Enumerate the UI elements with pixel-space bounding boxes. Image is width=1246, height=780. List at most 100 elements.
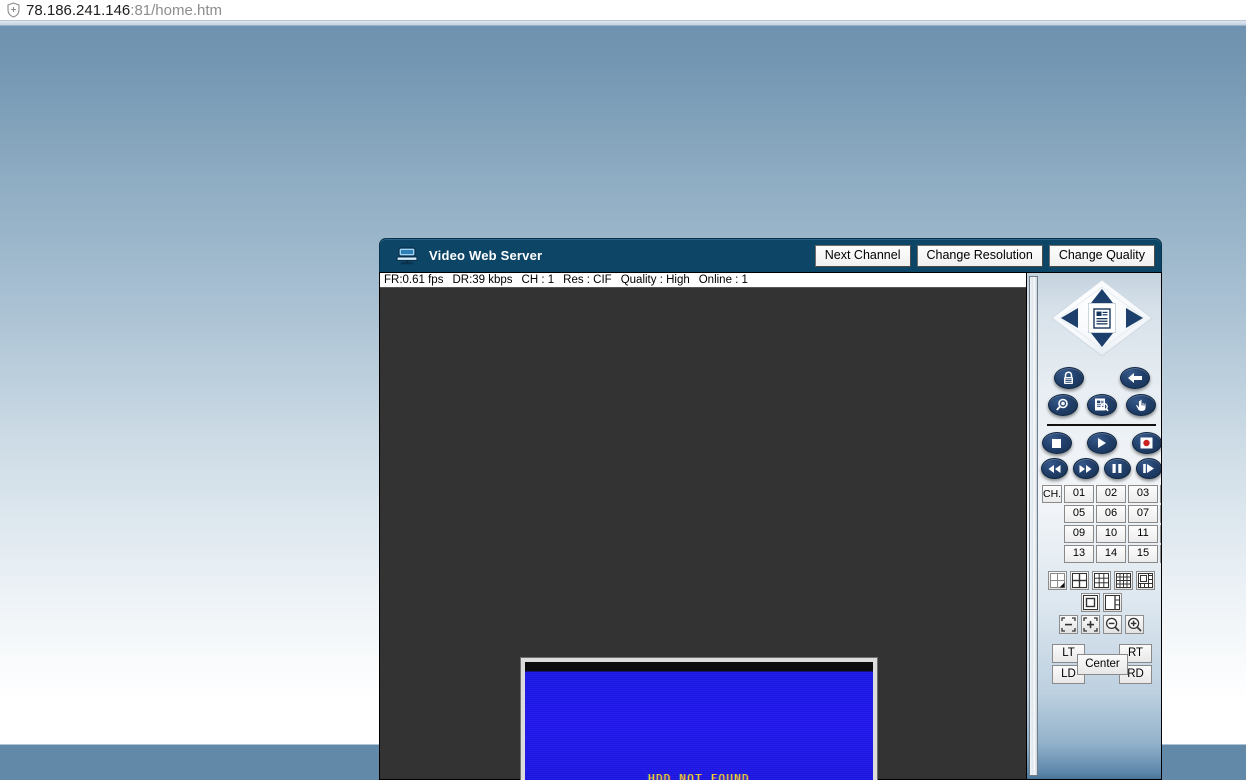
layout-single-icon	[1050, 573, 1065, 588]
url-text: 78.186.241.146:81/home.htm	[26, 2, 222, 19]
position-controls: LT LD RT RD Center	[1044, 644, 1159, 684]
return-arrow-icon	[1127, 373, 1142, 383]
osd-message: HDD NOT FOUND PLEASE INSERT HDD AND LOCK…	[525, 773, 873, 780]
channel-button-02[interactable]: 02	[1096, 485, 1126, 503]
channel-button-04[interactable]: 04	[1160, 485, 1161, 503]
layout-quad-button[interactable]	[1070, 571, 1089, 590]
channel-button-08[interactable]: 08	[1160, 505, 1161, 523]
play-button[interactable]	[1086, 432, 1117, 454]
video-stage[interactable]: HDD NOT FOUND PLEASE INSERT HDD AND LOCK…	[380, 289, 1026, 780]
layout-pip-side-icon	[1105, 595, 1120, 610]
zoom-row	[1041, 615, 1161, 634]
browser-address-bar[interactable]: 78.186.241.146:81/home.htm	[0, 0, 1246, 21]
arrow-right-icon	[1125, 308, 1143, 328]
step-frame-icon	[1143, 464, 1155, 473]
rewind-icon	[1048, 464, 1061, 473]
frame-expand-button[interactable]	[1081, 615, 1100, 634]
layout-row-2	[1041, 593, 1161, 612]
channel-button-16[interactable]: 16	[1160, 545, 1161, 563]
channel-button-03[interactable]: 03	[1128, 485, 1158, 503]
status-fps: FR:0.61 fps	[384, 274, 444, 286]
fast-forward-icon	[1079, 464, 1092, 473]
position-center-button[interactable]: Center	[1077, 654, 1128, 675]
channel-button-12[interactable]: 12	[1160, 525, 1161, 543]
step-frame-button[interactable]	[1135, 458, 1161, 479]
layout-13split-button[interactable]	[1136, 571, 1155, 590]
layout-single-button[interactable]	[1048, 571, 1067, 590]
zoom-out-button[interactable]	[1103, 615, 1122, 634]
layout-pip-side-button[interactable]	[1103, 593, 1122, 612]
status-online: Online : 1	[698, 274, 748, 286]
fast-forward-button[interactable]	[1072, 458, 1099, 479]
search-button[interactable]	[1047, 394, 1078, 416]
return-button[interactable]	[1119, 367, 1150, 389]
next-channel-button[interactable]: Next Channel	[814, 244, 911, 267]
server-icon	[396, 246, 418, 266]
function-button-row-2	[1041, 394, 1161, 416]
channel-button-05[interactable]: 05	[1064, 505, 1094, 523]
stop-button[interactable]	[1041, 432, 1072, 454]
record-icon	[1140, 437, 1153, 449]
status-quality: Quality : High	[620, 274, 690, 286]
channel-button-07[interactable]: 07	[1128, 505, 1158, 523]
layout-pip-center-button[interactable]	[1081, 593, 1100, 612]
lock-button[interactable]	[1053, 367, 1084, 389]
shield-icon	[0, 0, 26, 21]
app-title-bar: Video Web Server Next Channel Change Res…	[379, 238, 1162, 272]
control-panel-inner: CH. 01 02 03 04 05 06 07 08 09 10 11 12	[1041, 273, 1161, 779]
function-button-row-1	[1041, 367, 1161, 389]
arrow-left-icon	[1060, 308, 1078, 328]
channel-button-14[interactable]: 14	[1096, 545, 1126, 563]
panel-divider	[1047, 424, 1156, 426]
video-pane: FR:0.61 fps DR:39 kbps CH : 1 Res : CIF Qual…	[379, 272, 1027, 780]
channel-button-15[interactable]: 15	[1128, 545, 1158, 563]
control-panel: CH. 01 02 03 04 05 06 07 08 09 10 11 12	[1027, 272, 1162, 780]
video-frame[interactable]: HDD NOT FOUND PLEASE INSERT HDD AND LOCK…	[521, 658, 877, 780]
transport-row-1	[1041, 432, 1161, 454]
rewind-button[interactable]	[1041, 458, 1068, 479]
video-web-server-window: Video Web Server Next Channel Change Res…	[379, 238, 1162, 780]
magnifier-minus-icon	[1105, 617, 1120, 632]
pointer-button[interactable]	[1125, 394, 1156, 416]
channel-button-10[interactable]: 10	[1096, 525, 1126, 543]
channel-button-01[interactable]: 01	[1064, 485, 1094, 503]
transport-row-2	[1041, 458, 1161, 479]
change-resolution-button[interactable]: Change Resolution	[916, 244, 1043, 267]
channel-selector: CH. 01 02 03 04 05 06 07 08 09 10 11 12	[1041, 485, 1161, 563]
video-screen[interactable]: HDD NOT FOUND PLEASE INSERT HDD AND LOCK…	[525, 662, 873, 780]
document-search-button[interactable]	[1086, 394, 1117, 416]
hand-pointer-icon	[1135, 398, 1146, 412]
zoom-in-button[interactable]	[1125, 615, 1144, 634]
pause-button[interactable]	[1104, 458, 1131, 479]
channel-label: CH.	[1042, 485, 1062, 503]
dpad-control[interactable]	[1050, 279, 1153, 357]
arrow-down-icon	[1090, 333, 1113, 347]
change-quality-button[interactable]: Change Quality	[1048, 244, 1155, 267]
channel-button-13[interactable]: 13	[1064, 545, 1094, 563]
panel-scrollbar[interactable]	[1029, 276, 1038, 776]
arrow-up-icon	[1090, 289, 1113, 303]
url-host: 78.186.241.146	[26, 1, 131, 19]
layout-9split-button[interactable]	[1092, 571, 1111, 590]
record-button[interactable]	[1131, 432, 1161, 454]
menu-document-icon[interactable]	[1087, 303, 1116, 333]
layout-13split-icon	[1138, 573, 1153, 588]
status-resolution: Res : CIF	[563, 274, 612, 286]
channel-grid: 01 02 03 04 05 06 07 08 09 10 11 12 13 1…	[1064, 485, 1161, 563]
app-title: Video Web Server	[429, 248, 543, 263]
layout-16split-button[interactable]	[1114, 571, 1133, 590]
frame-minus-icon	[1061, 617, 1076, 632]
channel-button-06[interactable]: 06	[1096, 505, 1126, 523]
layout-16split-icon	[1116, 573, 1131, 588]
frame-plus-icon	[1083, 617, 1098, 632]
layout-controls	[1041, 571, 1161, 634]
layout-pip-center-icon	[1083, 595, 1098, 610]
frame-shrink-button[interactable]	[1059, 615, 1078, 634]
channel-button-09[interactable]: 09	[1064, 525, 1094, 543]
status-channel: CH : 1	[521, 274, 555, 286]
lock-icon	[1064, 371, 1073, 384]
url-path: :81/home.htm	[130, 1, 222, 19]
status-bitrate: DR:39 kbps	[452, 274, 513, 286]
title-bar-buttons: Next Channel Change Resolution Change Qu…	[814, 244, 1155, 267]
channel-button-11[interactable]: 11	[1128, 525, 1158, 543]
